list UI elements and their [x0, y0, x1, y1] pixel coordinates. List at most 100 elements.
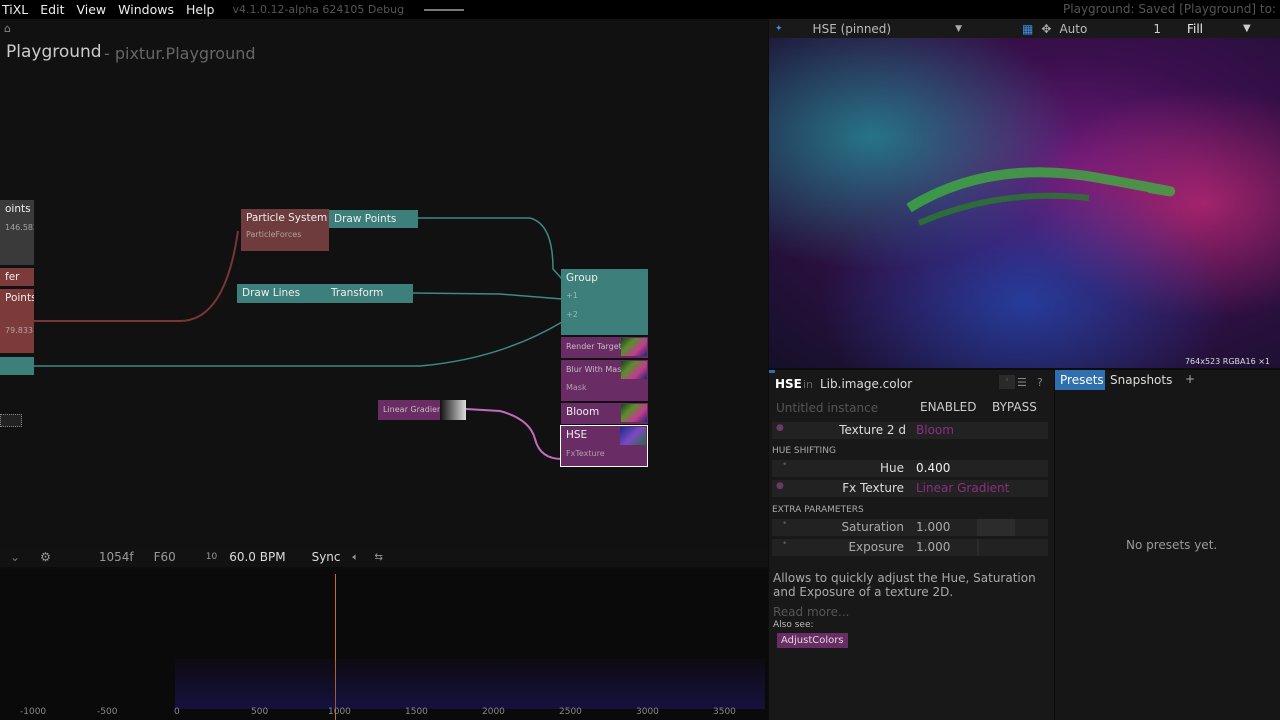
param-value[interactable]: 0.400	[916, 461, 950, 475]
animate-icon[interactable]: •	[782, 519, 787, 529]
node-label: oints	[5, 203, 31, 215]
back-icon[interactable]: ‹	[999, 375, 1015, 389]
timeline-toolbar: ⌄ ⚙ 1054f F60 10 60.0 BPM Sync 🔈︎ ⇆	[0, 547, 768, 567]
param-hue[interactable]: • Hue 0.400	[772, 460, 1048, 477]
node-group[interactable]: Group +1 +2	[561, 269, 648, 335]
bypass-button[interactable]: BYPASS	[992, 400, 1037, 414]
gear-icon[interactable]: ⚙	[40, 550, 51, 564]
app-menu[interactable]: TiXL	[0, 2, 30, 17]
node-input-2: +2	[566, 310, 578, 319]
node-blur-with-mask[interactable]: Blur With Mask Mask	[561, 360, 648, 401]
node-render-target[interactable]: Render Target	[561, 337, 648, 358]
time-tick: 500	[251, 707, 269, 717]
home-icon[interactable]: ⌂	[4, 22, 18, 36]
view-count[interactable]: 1	[1153, 22, 1161, 36]
time-tick: 1500	[405, 707, 428, 717]
save-status: Playground: Saved [Playground] to:	[1063, 2, 1276, 16]
param-fx-texture[interactable]: ● Fx Texture Linear Gradient	[772, 480, 1048, 497]
beat-field[interactable]: 10	[206, 552, 217, 562]
instance-name-input[interactable]: Untitled instance	[776, 401, 878, 415]
node-particle-system[interactable]: Particle System ParticleForces	[241, 209, 329, 251]
connection-lines	[34, 217, 563, 460]
param-texture[interactable]: ● Texture 2 d Bloom	[772, 422, 1048, 439]
graph-canvas[interactable]	[0, 19, 768, 547]
node-input-label: FxTexture	[566, 449, 605, 458]
tab-presets[interactable]: Presets	[1055, 370, 1105, 390]
menu-help[interactable]: Help	[184, 2, 217, 17]
menu-windows[interactable]: Windows	[116, 2, 176, 17]
fps-field[interactable]: F60	[154, 550, 176, 564]
thumbnail-image	[621, 338, 647, 356]
menu-edit[interactable]: Edit	[38, 2, 66, 17]
param-value[interactable]: 1.000	[916, 540, 950, 554]
namespace-link[interactable]: Lib.image.color	[820, 377, 912, 391]
node-hse[interactable]: HSE FxTexture	[560, 425, 648, 467]
section-extra-parameters: EXTRA PARAMETERS	[772, 505, 864, 515]
animate-icon[interactable]: •	[782, 539, 787, 549]
read-more-link[interactable]: Read more...	[773, 605, 850, 619]
node-input-label: ParticleForces	[246, 230, 302, 239]
node-small-left[interactable]	[0, 414, 22, 427]
camera-mode[interactable]: Auto	[1059, 22, 1087, 36]
time-tick: -500	[97, 707, 118, 717]
viewer-toolbar: ✦ HSE (pinned) ▼ ▦ ✥ Auto 1 Fill ▼	[769, 19, 1280, 38]
op-description: Allows to quickly adjust the Hue, Satura…	[773, 571, 1036, 599]
animate-icon[interactable]: ●	[776, 481, 784, 491]
bpm-field[interactable]: 60.0 BPM	[229, 550, 285, 564]
thumbnail-image	[620, 427, 646, 445]
fill-mode[interactable]: Fill	[1187, 22, 1203, 36]
time-tick: 2000	[482, 707, 505, 717]
node-points-top[interactable]: oints 146.582	[0, 200, 34, 265]
grid-icon[interactable]: ▦	[1022, 22, 1033, 36]
parameter-inspector: HSE in Lib.image.color ‹ ☰ ? Untitled in…	[769, 370, 1054, 720]
adjust-colors-link[interactable]: AdjustColors	[777, 633, 848, 648]
node-draw-lines[interactable]: Draw Lines	[237, 284, 326, 303]
node-fer[interactable]: fer	[0, 268, 34, 286]
node-label: Particle System	[246, 212, 328, 224]
node-linear-gradient[interactable]: Linear Gradient	[378, 400, 466, 420]
menu-view[interactable]: View	[74, 2, 108, 17]
time-tick: -1000	[20, 707, 47, 717]
animate-icon[interactable]: ●	[776, 423, 784, 433]
param-saturation[interactable]: • Saturation 1.000	[772, 519, 1048, 536]
render-output-image	[769, 38, 1280, 368]
accent-mark	[769, 370, 775, 373]
enabled-button[interactable]: ENABLED	[920, 400, 977, 414]
filter-icon[interactable]: ▼	[955, 24, 962, 34]
in-label: in	[803, 378, 814, 391]
version-label: v4.1.0.12-alpha 624105 Debug	[232, 3, 405, 16]
time-tick: 1000	[328, 707, 351, 717]
tab-snapshots[interactable]: Snapshots	[1110, 373, 1172, 387]
help-icon[interactable]: ?	[1037, 376, 1043, 389]
chevron-down-icon[interactable]: ⌄	[10, 550, 20, 564]
node-label: Points	[5, 292, 34, 304]
param-label: Exposure	[848, 540, 904, 554]
animate-icon[interactable]: •	[782, 460, 787, 470]
timeline-curves[interactable]	[0, 569, 768, 720]
node-draw-points[interactable]: Draw Points	[329, 210, 418, 228]
loop-icon[interactable]: ⇆	[375, 552, 383, 563]
node-teal-left[interactable]	[0, 357, 34, 375]
node-transform[interactable]: Transform	[326, 284, 413, 303]
list-icon[interactable]: ☰	[1017, 376, 1027, 389]
op-name: HSE	[775, 377, 802, 391]
pin-icon[interactable]: ✦	[775, 24, 783, 34]
add-tab-button[interactable]: +	[1185, 372, 1195, 386]
node-points-mid[interactable]: Points 79.833	[0, 289, 34, 353]
empty-presets-message: No presets yet.	[1126, 538, 1218, 552]
dropdown-icon[interactable]: ▼	[1243, 23, 1251, 34]
node-value: 146.582	[5, 223, 34, 232]
param-value[interactable]: 1.000	[916, 520, 950, 534]
node-label: Linear Gradient	[383, 405, 446, 414]
move-icon[interactable]: ✥	[1041, 22, 1051, 36]
param-value: Linear Gradient	[916, 481, 1010, 495]
slider-bar	[977, 539, 979, 556]
pinned-op-label[interactable]: HSE (pinned)	[813, 22, 892, 36]
frame-counter[interactable]: 1054f	[99, 550, 134, 564]
speaker-icon[interactable]: 🔈︎	[353, 552, 359, 563]
page-title: Playground	[6, 42, 102, 62]
output-viewer[interactable]: 764x523 RGBA16 ×1	[769, 38, 1280, 368]
node-bloom[interactable]: Bloom	[561, 403, 648, 424]
sync-button[interactable]: Sync	[312, 550, 341, 564]
param-exposure[interactable]: • Exposure 1.000	[772, 539, 1048, 556]
